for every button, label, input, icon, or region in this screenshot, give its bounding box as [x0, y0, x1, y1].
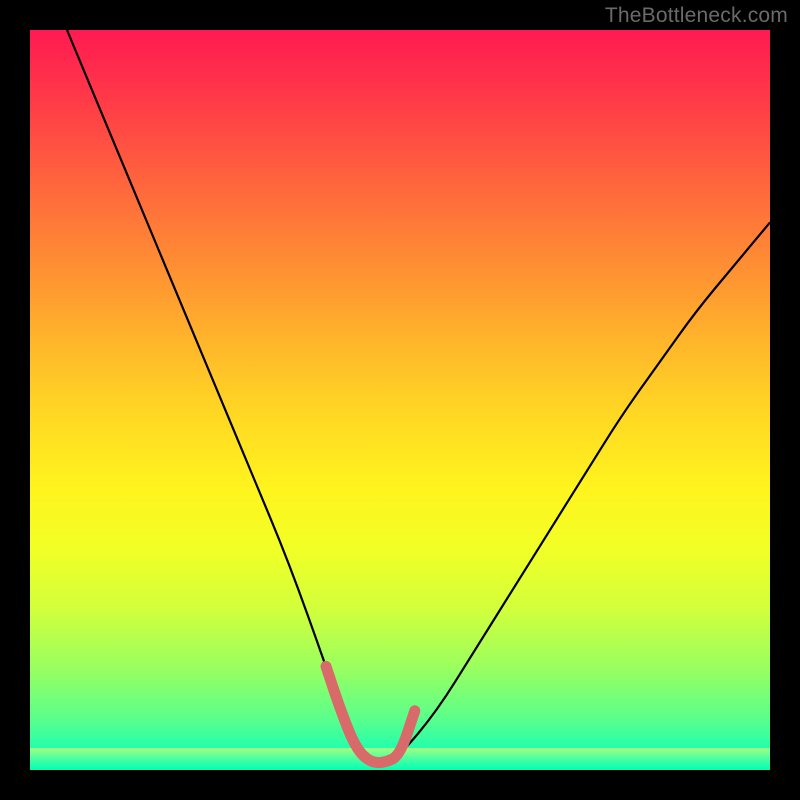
chart-frame: TheBottleneck.com [0, 0, 800, 800]
curve-highlight-path [326, 666, 415, 762]
watermark-text: TheBottleneck.com [605, 4, 788, 28]
bottleneck-curve [30, 30, 770, 770]
curve-main-path [67, 30, 770, 761]
